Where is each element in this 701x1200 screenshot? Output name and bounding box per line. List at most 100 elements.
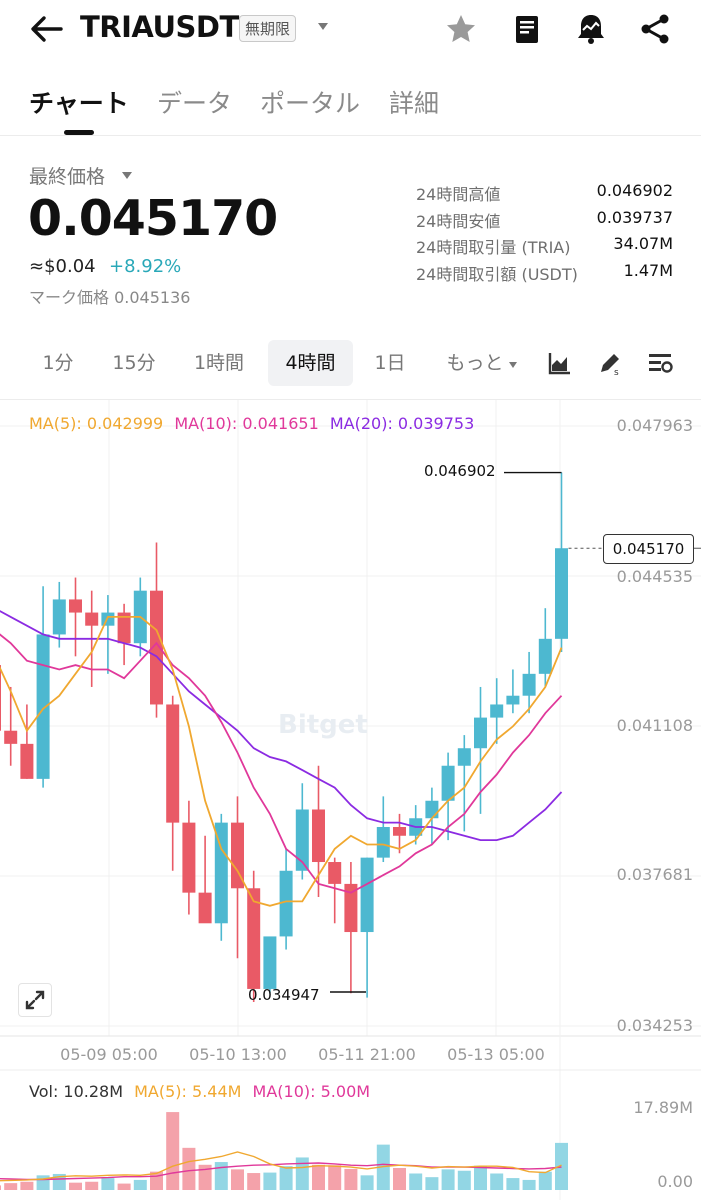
volume-axis-top: 17.89M — [633, 1098, 693, 1117]
time-tick-label: 05-10 13:00 — [189, 1045, 287, 1064]
volume-bar — [85, 1181, 99, 1190]
candle-body — [490, 704, 504, 718]
stat-label: 24時間取引額 (USDT) — [416, 264, 578, 284]
volume-bar — [263, 1172, 277, 1190]
candle-body — [474, 717, 487, 749]
candlestick-chart[interactable]: Bitget MA(5): 0.042999 MA(10): 0.041651 … — [0, 400, 701, 1200]
tab-data[interactable]: データ — [157, 84, 232, 120]
vol-ma10-legend: MA(10): 5.00M — [252, 1082, 371, 1101]
interval-more[interactable]: もっと — [432, 340, 532, 386]
ma5-line — [0, 615, 563, 907]
candle-body — [198, 892, 212, 924]
candle-body — [425, 800, 439, 819]
volume-bar — [538, 1171, 552, 1190]
ma20-legend: MA(20): 0.039753 — [329, 414, 475, 433]
contract-type-badge: 無期限 — [239, 15, 297, 42]
back-arrow-icon[interactable] — [28, 12, 64, 46]
volume-bar — [231, 1169, 244, 1190]
interval-1m[interactable]: 1分 — [28, 340, 88, 386]
interval-4h[interactable]: 4時間 — [268, 340, 353, 386]
volume-bar — [247, 1173, 261, 1190]
volume-bar — [279, 1166, 293, 1190]
interval-1d[interactable]: 1日 — [362, 340, 418, 386]
volume-bar — [360, 1175, 374, 1190]
volume-bar — [441, 1169, 455, 1190]
candle-body — [36, 634, 50, 779]
share-icon[interactable] — [638, 12, 672, 46]
ma5-legend: MA(5): 0.042999 — [29, 414, 164, 433]
top-bar: TRIAUSDT 無期限 — [0, 0, 701, 62]
price-tick-label: 0.047963 — [616, 416, 693, 435]
volume-bar — [133, 1179, 147, 1190]
chart-canvas[interactable] — [0, 400, 701, 1200]
symbol-dropdown-chevron-down-icon[interactable] — [316, 20, 330, 32]
price-tick-label: 0.044535 — [616, 567, 693, 586]
stat-row: 24時間取引量 (TRIA) 34.07M — [416, 234, 673, 261]
stat-row: 24時間安値 0.039737 — [416, 208, 673, 235]
candle-body — [52, 599, 66, 635]
volume-bar — [4, 1183, 18, 1190]
last-price-label[interactable]: 最終価格 — [29, 162, 105, 189]
current-price-tag: 0.045170 — [603, 534, 694, 564]
interval-15m[interactable]: 15分 — [100, 340, 168, 386]
drawing-tool-pen-icon[interactable]: s — [597, 350, 623, 376]
price-tick-label: 0.034253 — [616, 1016, 693, 1035]
stat-label: 24時間高値 — [416, 185, 501, 204]
stat-value: 0.039737 — [596, 207, 673, 227]
stat-value: 34.07M — [613, 234, 673, 253]
candle-body — [457, 748, 471, 766]
vol-ma5-legend: MA(5): 5.44M — [134, 1082, 242, 1101]
candle-body — [279, 870, 293, 937]
price-change-percent: +8.92% — [109, 256, 182, 277]
candle-body — [85, 612, 99, 626]
volume-bar — [344, 1168, 358, 1190]
volume-bar — [506, 1178, 520, 1190]
low-annotation-label: 0.034947 — [248, 986, 320, 1004]
interval-selector: 1分 15分 1時間 4時間 1日 もっと s — [0, 340, 701, 388]
volume-bar — [409, 1173, 423, 1190]
star-favorite-icon[interactable] — [444, 12, 478, 46]
time-tick-label: 05-13 05:00 — [447, 1045, 545, 1064]
candle-body — [0, 665, 1, 731]
volume-bar — [214, 1162, 228, 1190]
volume-legend: Vol: 10.28M MA(5): 5.44M MA(10): 5.00M — [29, 1082, 376, 1101]
chart-type-icon[interactable] — [547, 350, 573, 376]
expand-fullscreen-button[interactable] — [18, 983, 52, 1017]
tab-portal[interactable]: ポータル — [260, 84, 360, 120]
indicator-settings-icon[interactable] — [647, 350, 673, 376]
mark-price-value: 0.045136 — [114, 288, 191, 307]
interval-1h[interactable]: 1時間 — [180, 340, 258, 386]
candle-body — [376, 827, 390, 858]
notebook-icon[interactable] — [510, 12, 544, 46]
volume-bar — [101, 1178, 115, 1190]
symbol-title[interactable]: TRIAUSDT — [80, 10, 239, 44]
volume-bar — [328, 1165, 342, 1190]
volume-axis-bottom: 0.00 — [657, 1172, 693, 1191]
vol-legend-value: Vol: 10.28M — [29, 1082, 124, 1101]
candle-body — [4, 730, 18, 744]
volume-bar — [312, 1164, 325, 1190]
tab-details[interactable]: 詳細 — [389, 84, 439, 120]
volume-bar — [474, 1165, 487, 1190]
last-price-chevron-down-icon[interactable] — [121, 170, 133, 180]
ma-legend: MA(5): 0.042999 MA(10): 0.041651 MA(20):… — [29, 414, 480, 433]
ma10-line — [0, 633, 563, 894]
candle-body — [555, 548, 568, 639]
volume-bar — [522, 1179, 536, 1190]
volume-bar — [36, 1175, 50, 1190]
price-alert-bell-icon[interactable] — [574, 12, 608, 46]
volume-bar — [166, 1112, 180, 1190]
tab-chart[interactable]: チャート — [29, 84, 129, 120]
candle-body — [101, 612, 115, 626]
stat-label: 24時間取引量 (TRIA) — [416, 238, 571, 257]
volume-bar — [295, 1157, 309, 1190]
candle-body — [182, 822, 196, 893]
active-tab-indicator — [64, 130, 94, 135]
stat-row: 24時間高値 0.046902 — [416, 181, 673, 208]
stat-value: 0.046902 — [596, 181, 673, 200]
stat-label: 24時間安値 — [416, 211, 501, 231]
price-tick-label: 0.041108 — [616, 716, 693, 735]
mark-price-label: マーク価格 — [29, 288, 110, 307]
time-tick-label: 05-11 21:00 — [318, 1045, 416, 1064]
volume-bar — [490, 1173, 504, 1190]
